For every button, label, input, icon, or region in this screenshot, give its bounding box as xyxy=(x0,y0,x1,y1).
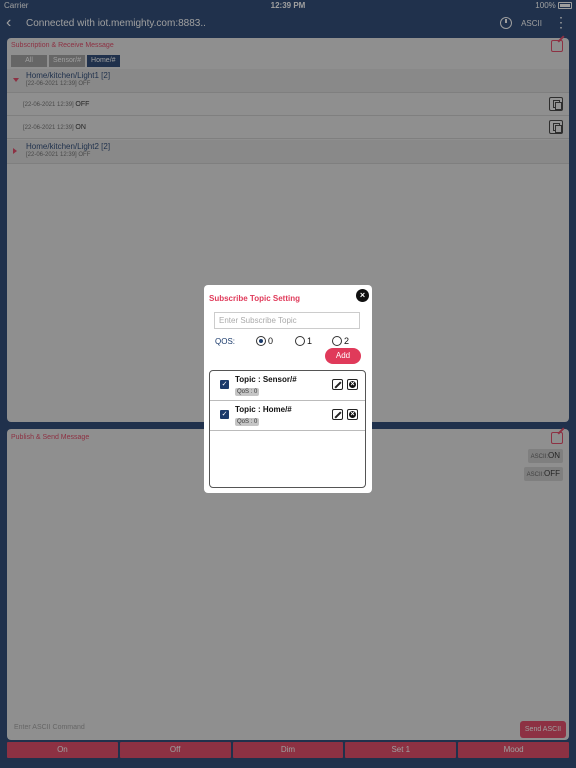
subscribe-topic-dialog: Subscribe Topic Setting × Enter Subscrib… xyxy=(204,285,372,493)
qos-option-1: 1 xyxy=(307,336,313,346)
qos-option-0: 0 xyxy=(268,336,274,346)
dialog-title: Subscribe Topic Setting xyxy=(209,294,300,303)
subscribed-topic-item: ✓ Topic : Home/# QoS : 0 xyxy=(210,401,365,431)
qos-radio-0[interactable] xyxy=(256,336,266,346)
topic-checkbox[interactable]: ✓ xyxy=(220,380,229,389)
qos-badge: QoS : 0 xyxy=(235,418,260,426)
qos-label: QOS: xyxy=(215,337,236,346)
subscribed-topics-list: ✓ Topic : Sensor/# QoS : 0 ✓ Topic : Hom… xyxy=(209,370,366,488)
subscribe-topic-input[interactable]: Enter Subscribe Topic xyxy=(214,312,360,329)
topic-label: Topic : Sensor/# xyxy=(235,375,297,384)
qos-selector: QOS: 0 1 2 xyxy=(214,336,364,348)
pencil-icon[interactable] xyxy=(332,379,343,390)
pencil-icon[interactable] xyxy=(332,409,343,420)
qos-radio-1[interactable] xyxy=(295,336,305,346)
add-topic-button[interactable]: Add xyxy=(325,348,361,364)
close-icon[interactable]: × xyxy=(356,289,369,302)
qos-option-2: 2 xyxy=(344,336,350,346)
qos-radio-2[interactable] xyxy=(332,336,342,346)
topic-checkbox[interactable]: ✓ xyxy=(220,410,229,419)
delete-icon[interactable] xyxy=(347,379,358,390)
subscribed-topic-item: ✓ Topic : Sensor/# QoS : 0 xyxy=(210,371,365,401)
delete-icon[interactable] xyxy=(347,409,358,420)
qos-badge: QoS : 0 xyxy=(235,388,260,396)
topic-label: Topic : Home/# xyxy=(235,405,292,414)
